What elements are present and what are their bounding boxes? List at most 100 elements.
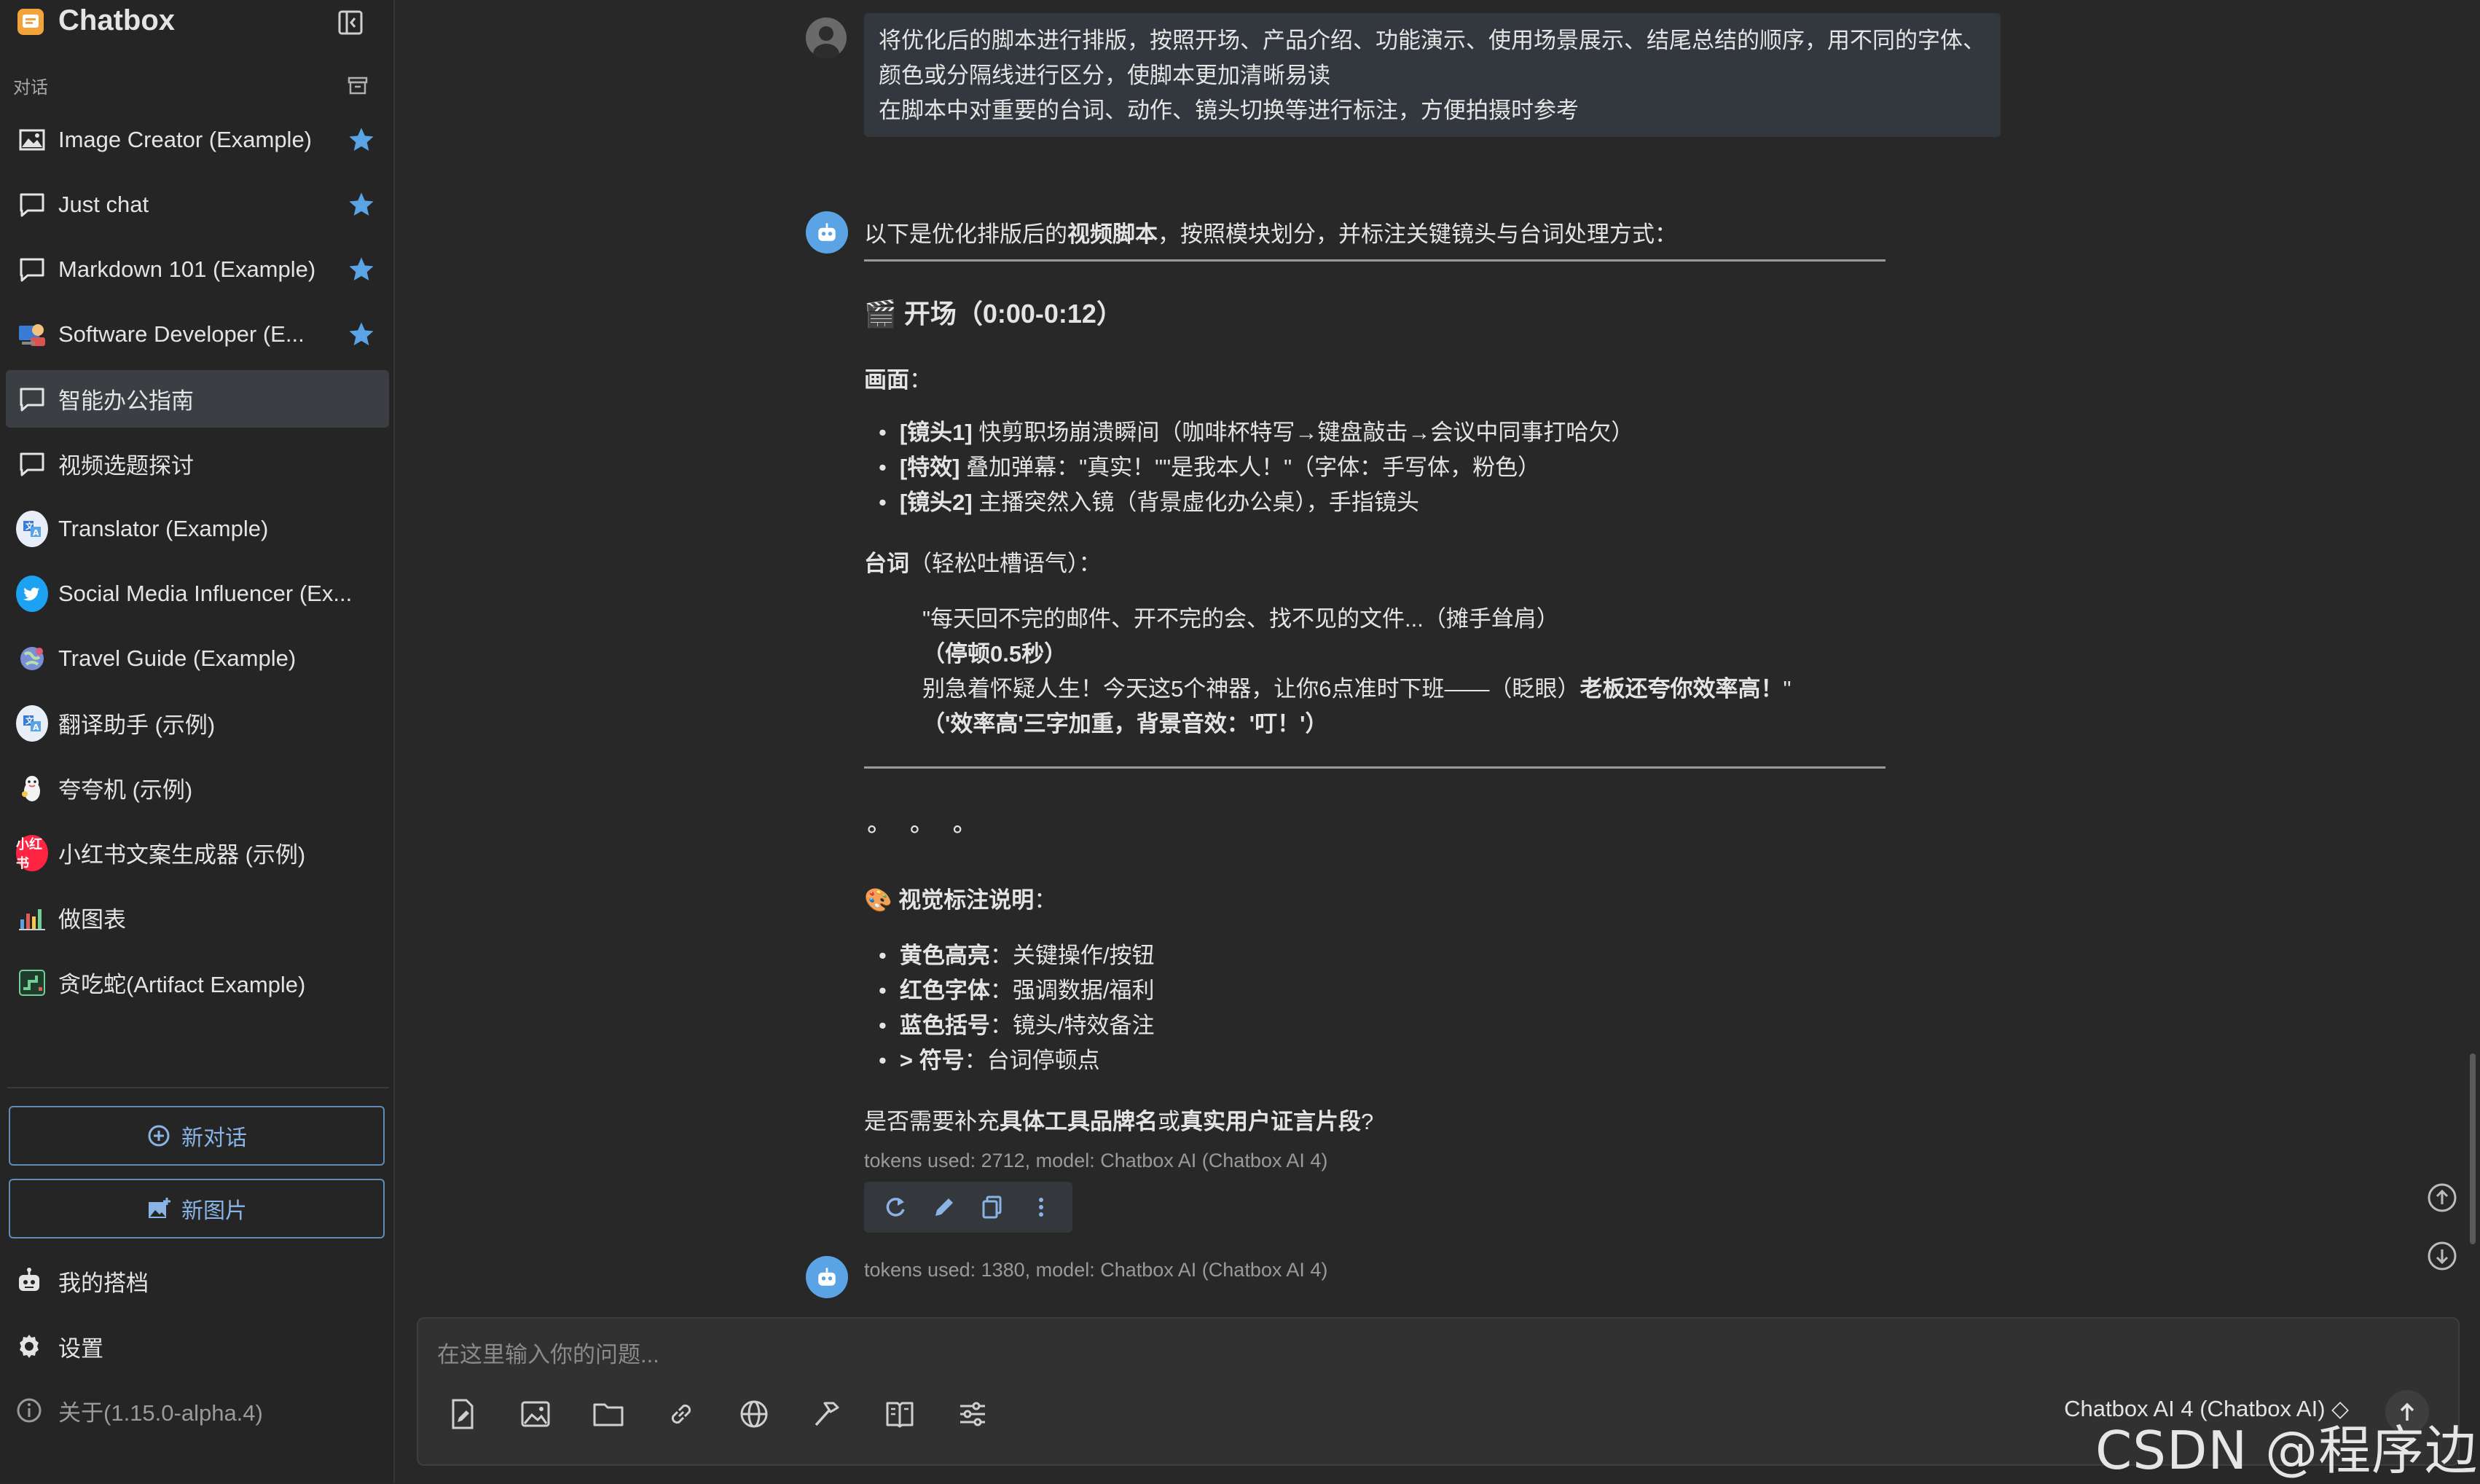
conversation-item[interactable]: Social Media Influencer (Ex...: [6, 565, 389, 622]
sidebar: Chatbox 对话 Image Creator (Example) Just …: [0, 0, 395, 1483]
assistant-avatar: [806, 1256, 848, 1298]
message-action-bar: [864, 1182, 1072, 1233]
conversation-label: Image Creator (Example): [58, 126, 313, 152]
script-quote-line: "每天回不完的邮件、开不完的会、找不见的文件...（摊手耸肩）: [922, 606, 1559, 632]
conversation-label: Travel Guide (Example): [58, 645, 297, 671]
star-icon[interactable]: [347, 190, 376, 219]
chat-bubble-icon: [16, 254, 48, 286]
conversation-item[interactable]: 夸夸机 (示例): [6, 759, 389, 817]
question-bold-1: 具体工具品牌名: [1000, 1109, 1158, 1134]
reply-intro-post: ，按照模块划分，并标注关键镜头与台词处理方式：: [1158, 221, 1677, 247]
image-icon: [16, 124, 48, 156]
conversation-item-active[interactable]: 智能办公指南: [6, 370, 389, 428]
twitter-avatar: [16, 575, 48, 612]
link-icon[interactable]: [663, 1396, 699, 1432]
chatbox-logo-icon: [17, 9, 44, 35]
conversation-item[interactable]: 小红书 小红书文案生成器 (示例): [6, 824, 389, 882]
conversation-item[interactable]: 文A Translator (Example): [6, 500, 389, 557]
user-message-bubble: 将优化后的脚本进行排版，按照开场、产品介绍、功能演示、使用场景展示、结尾总结的顺…: [864, 13, 2001, 137]
conversation-label: 翻译助手 (示例): [58, 712, 216, 738]
hammer-icon[interactable]: [809, 1396, 845, 1432]
user-avatar: [806, 17, 847, 58]
scene-bullet: [特效] 叠加弹幕："真实！""是我本人！"（字体：手写体，粉色）: [879, 450, 1633, 485]
ellipsis-marker: ∘ ∘ ∘: [864, 815, 976, 843]
conversation-item[interactable]: Travel Guide (Example): [6, 629, 389, 687]
archive-icon[interactable]: [347, 74, 369, 96]
star-icon[interactable]: [347, 320, 376, 349]
conversation-item[interactable]: Image Creator (Example): [6, 111, 389, 168]
new-image-label: 新图片: [181, 1199, 247, 1223]
divider-line: [864, 259, 1885, 262]
attach-file-icon[interactable]: [444, 1396, 481, 1432]
settings-link[interactable]: 设置: [15, 1324, 103, 1368]
user-message-line: 在脚本中对重要的台词、动作、镜头切换等进行标注，方便拍摄时参考: [879, 98, 1579, 123]
copy-icon[interactable]: [978, 1193, 1006, 1221]
xiaohongshu-avatar: 小红书: [16, 834, 48, 871]
bullet-text: ：台词停顿点: [964, 1048, 1100, 1073]
conversation-label: 做图表: [58, 907, 126, 933]
edit-pencil-icon[interactable]: [930, 1193, 958, 1221]
bullet-tag: 红色字体: [899, 978, 990, 1003]
regenerate-icon[interactable]: [882, 1193, 909, 1221]
image-upload-icon[interactable]: [517, 1396, 554, 1432]
chat-scrollbar[interactable]: [2470, 1053, 2476, 1244]
conversation-label: 夸夸机 (示例): [58, 777, 193, 803]
conversation-item[interactable]: Just chat: [6, 176, 389, 233]
add-image-icon: [149, 1198, 170, 1218]
star-icon[interactable]: [347, 125, 376, 154]
user-message-line: 将优化后的脚本进行排版，按照开场、产品介绍、功能演示、使用场景展示、结尾总结的顺…: [879, 28, 1985, 53]
conversation-item[interactable]: 视频选题探讨: [6, 435, 389, 492]
developer-avatar: [16, 318, 48, 350]
translator-avatar: 文A: [16, 510, 48, 547]
scroll-down-icon[interactable]: [2426, 1240, 2458, 1272]
settings-sliders-icon[interactable]: [954, 1396, 991, 1432]
divider-line: [864, 766, 1885, 769]
conversation-label: Just chat: [58, 191, 149, 217]
follow-up-question: 是否需要补充具体工具品牌名或真实用户证言片段?: [864, 1103, 1373, 1136]
reply-intro-pre: 以下是优化排版后的: [864, 221, 1067, 247]
new-chat-label: 新对话: [181, 1126, 247, 1150]
scene-bullet-list: [镜头1] 快剪职场崩溃瞬间（咖啡杯特写→键盘敲击→会议中同事打哈欠） [特效]…: [879, 415, 1634, 520]
chart-avatar: [16, 902, 48, 934]
message-input[interactable]: [436, 1336, 2041, 1374]
globe-icon[interactable]: [736, 1396, 772, 1432]
visual-bullet-list: 黄色高亮：关键操作/按钮 红色字体：强调数据/福利 蓝色括号：镜头/特效备注 >…: [879, 938, 1155, 1078]
bullet-text: 快剪职场崩溃瞬间（咖啡杯特写→键盘敲击→会议中同事打哈欠）: [972, 420, 1634, 445]
visual-bullet: 红色字体：强调数据/福利: [879, 973, 1155, 1008]
new-chat-button[interactable]: 新对话: [9, 1106, 385, 1166]
sidebar-divider: [7, 1087, 389, 1088]
new-image-button[interactable]: 新图片: [9, 1179, 385, 1238]
conversation-item[interactable]: 文A 翻译助手 (示例): [6, 694, 389, 752]
about-link[interactable]: 关于(1.15.0-alpha.4): [15, 1389, 263, 1432]
conversation-label: 贪吃蛇(Artifact Example): [58, 972, 306, 997]
user-message-line: 颜色或分隔线进行区分，使脚本更加清晰易读: [879, 63, 1330, 88]
bullet-tag: [镜头2]: [899, 490, 973, 515]
visual-bullet: 蓝色括号：镜头/特效备注: [879, 1008, 1155, 1043]
bullet-text: 主播突然入镜（背景虚化办公桌），手指镜头: [972, 490, 1419, 515]
info-icon: [17, 1398, 42, 1423]
robot-icon: [19, 1268, 39, 1291]
scroll-up-icon[interactable]: [2426, 1182, 2458, 1214]
conversation-label: 智能办公指南: [58, 388, 194, 414]
conversation-label: Social Media Influencer (Ex...: [58, 580, 353, 606]
conversation-list: Image Creator (Example) Just chat Markdo…: [6, 111, 389, 1018]
section-heading: 🎬 开场（0:00-0:12）: [864, 293, 1123, 331]
bullet-tag: 蓝色括号: [899, 1013, 990, 1038]
sidebar-collapse-icon[interactable]: [337, 9, 364, 36]
conversation-item[interactable]: 贪吃蛇(Artifact Example): [6, 954, 389, 1011]
my-partners-link[interactable]: 我的搭档: [15, 1259, 149, 1303]
conversation-item[interactable]: 做图表: [6, 889, 389, 946]
star-icon[interactable]: [347, 255, 376, 284]
folder-icon[interactable]: [590, 1396, 627, 1432]
svg-text:A: A: [33, 528, 39, 538]
more-vertical-icon[interactable]: [1027, 1193, 1055, 1221]
scene-label-colon: ：: [909, 367, 932, 393]
visual-bullet: 黄色高亮：关键操作/按钮: [879, 938, 1155, 973]
lines-label-text: 台词: [864, 551, 909, 576]
bullet-tag: > 符号: [899, 1048, 965, 1073]
conversation-item[interactable]: Software Developer (E...: [6, 305, 389, 363]
assistant-avatar: [806, 211, 848, 254]
bullet-tag: [镜头1]: [899, 420, 973, 445]
book-icon[interactable]: [882, 1396, 918, 1432]
conversation-item[interactable]: Markdown 101 (Example): [6, 240, 389, 298]
